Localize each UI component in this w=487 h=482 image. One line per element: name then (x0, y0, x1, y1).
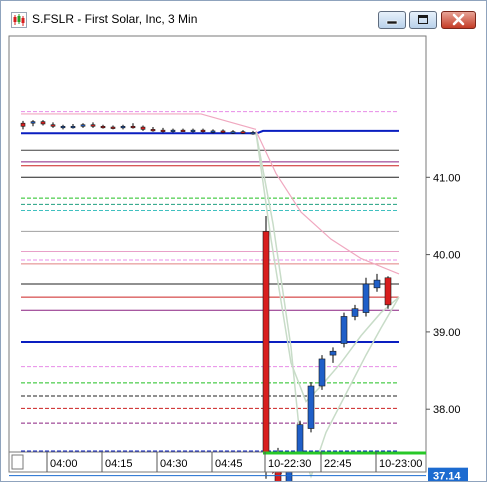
session-candle[interactable] (362, 283, 370, 313)
session-candle[interactable] (373, 279, 381, 289)
x-axis-label: 04:30 (160, 458, 188, 470)
premarket-candle[interactable] (90, 124, 96, 127)
session-candle[interactable] (318, 358, 326, 387)
premarket-candle[interactable] (150, 129, 156, 132)
x-axis-label: 04:15 (105, 458, 133, 470)
premarket-candle[interactable] (220, 130, 226, 133)
premarket-candle[interactable] (200, 129, 206, 132)
premarket-candle[interactable] (60, 125, 66, 129)
session-candle[interactable] (340, 316, 348, 344)
y-axis-label: 38.00 (433, 404, 461, 416)
premarket-candle[interactable] (50, 124, 56, 127)
time-axis-scroll-box[interactable] (11, 454, 24, 470)
last-price-label: 37.14 (433, 471, 461, 481)
premarket-candle[interactable] (160, 129, 166, 132)
plot-area[interactable] (8, 35, 427, 453)
premarket-candle[interactable] (130, 125, 136, 129)
premarket-candle[interactable] (70, 125, 76, 129)
session-candle[interactable] (296, 424, 304, 456)
premarket-candle[interactable] (190, 129, 196, 132)
premarket-candle[interactable] (250, 132, 256, 135)
premarket-candle[interactable] (180, 129, 186, 132)
chart-window: S.FSLR - First Solar, Inc, 3 Min 41.00 40… (0, 0, 487, 482)
session-candle[interactable] (262, 231, 270, 464)
premarket-candle[interactable] (30, 121, 36, 124)
premarket-candle[interactable] (140, 126, 146, 130)
y-axis-label: 39.00 (433, 327, 461, 339)
premarket-candle[interactable] (40, 121, 46, 125)
session-candle[interactable] (329, 350, 337, 356)
x-axis-label: 10-22:30 (268, 458, 311, 470)
premarket-candle[interactable] (230, 131, 236, 134)
premarket-candle[interactable] (20, 122, 26, 127)
price-chart[interactable]: 41.0040.0039.0038.0037.0037.1404:0004:15… (1, 1, 486, 481)
premarket-candle[interactable] (120, 125, 126, 129)
premarket-candle[interactable] (110, 126, 116, 129)
x-axis-label: 10-23:00 (379, 458, 422, 470)
y-axis-label: 41.00 (433, 172, 461, 184)
x-axis-label: 04:45 (215, 458, 243, 470)
x-axis-label: 22:45 (324, 458, 352, 470)
y-axis-label: 40.00 (433, 250, 461, 262)
x-axis-label: 04:00 (50, 458, 78, 470)
session-candle[interactable] (307, 385, 315, 429)
premarket-candle[interactable] (240, 131, 246, 134)
premarket-candle[interactable] (80, 124, 86, 127)
premarket-candle[interactable] (170, 129, 176, 132)
session-candle[interactable] (351, 308, 359, 317)
premarket-candle[interactable] (100, 125, 106, 129)
premarket-candle[interactable] (210, 130, 216, 133)
session-candle[interactable] (384, 277, 392, 306)
